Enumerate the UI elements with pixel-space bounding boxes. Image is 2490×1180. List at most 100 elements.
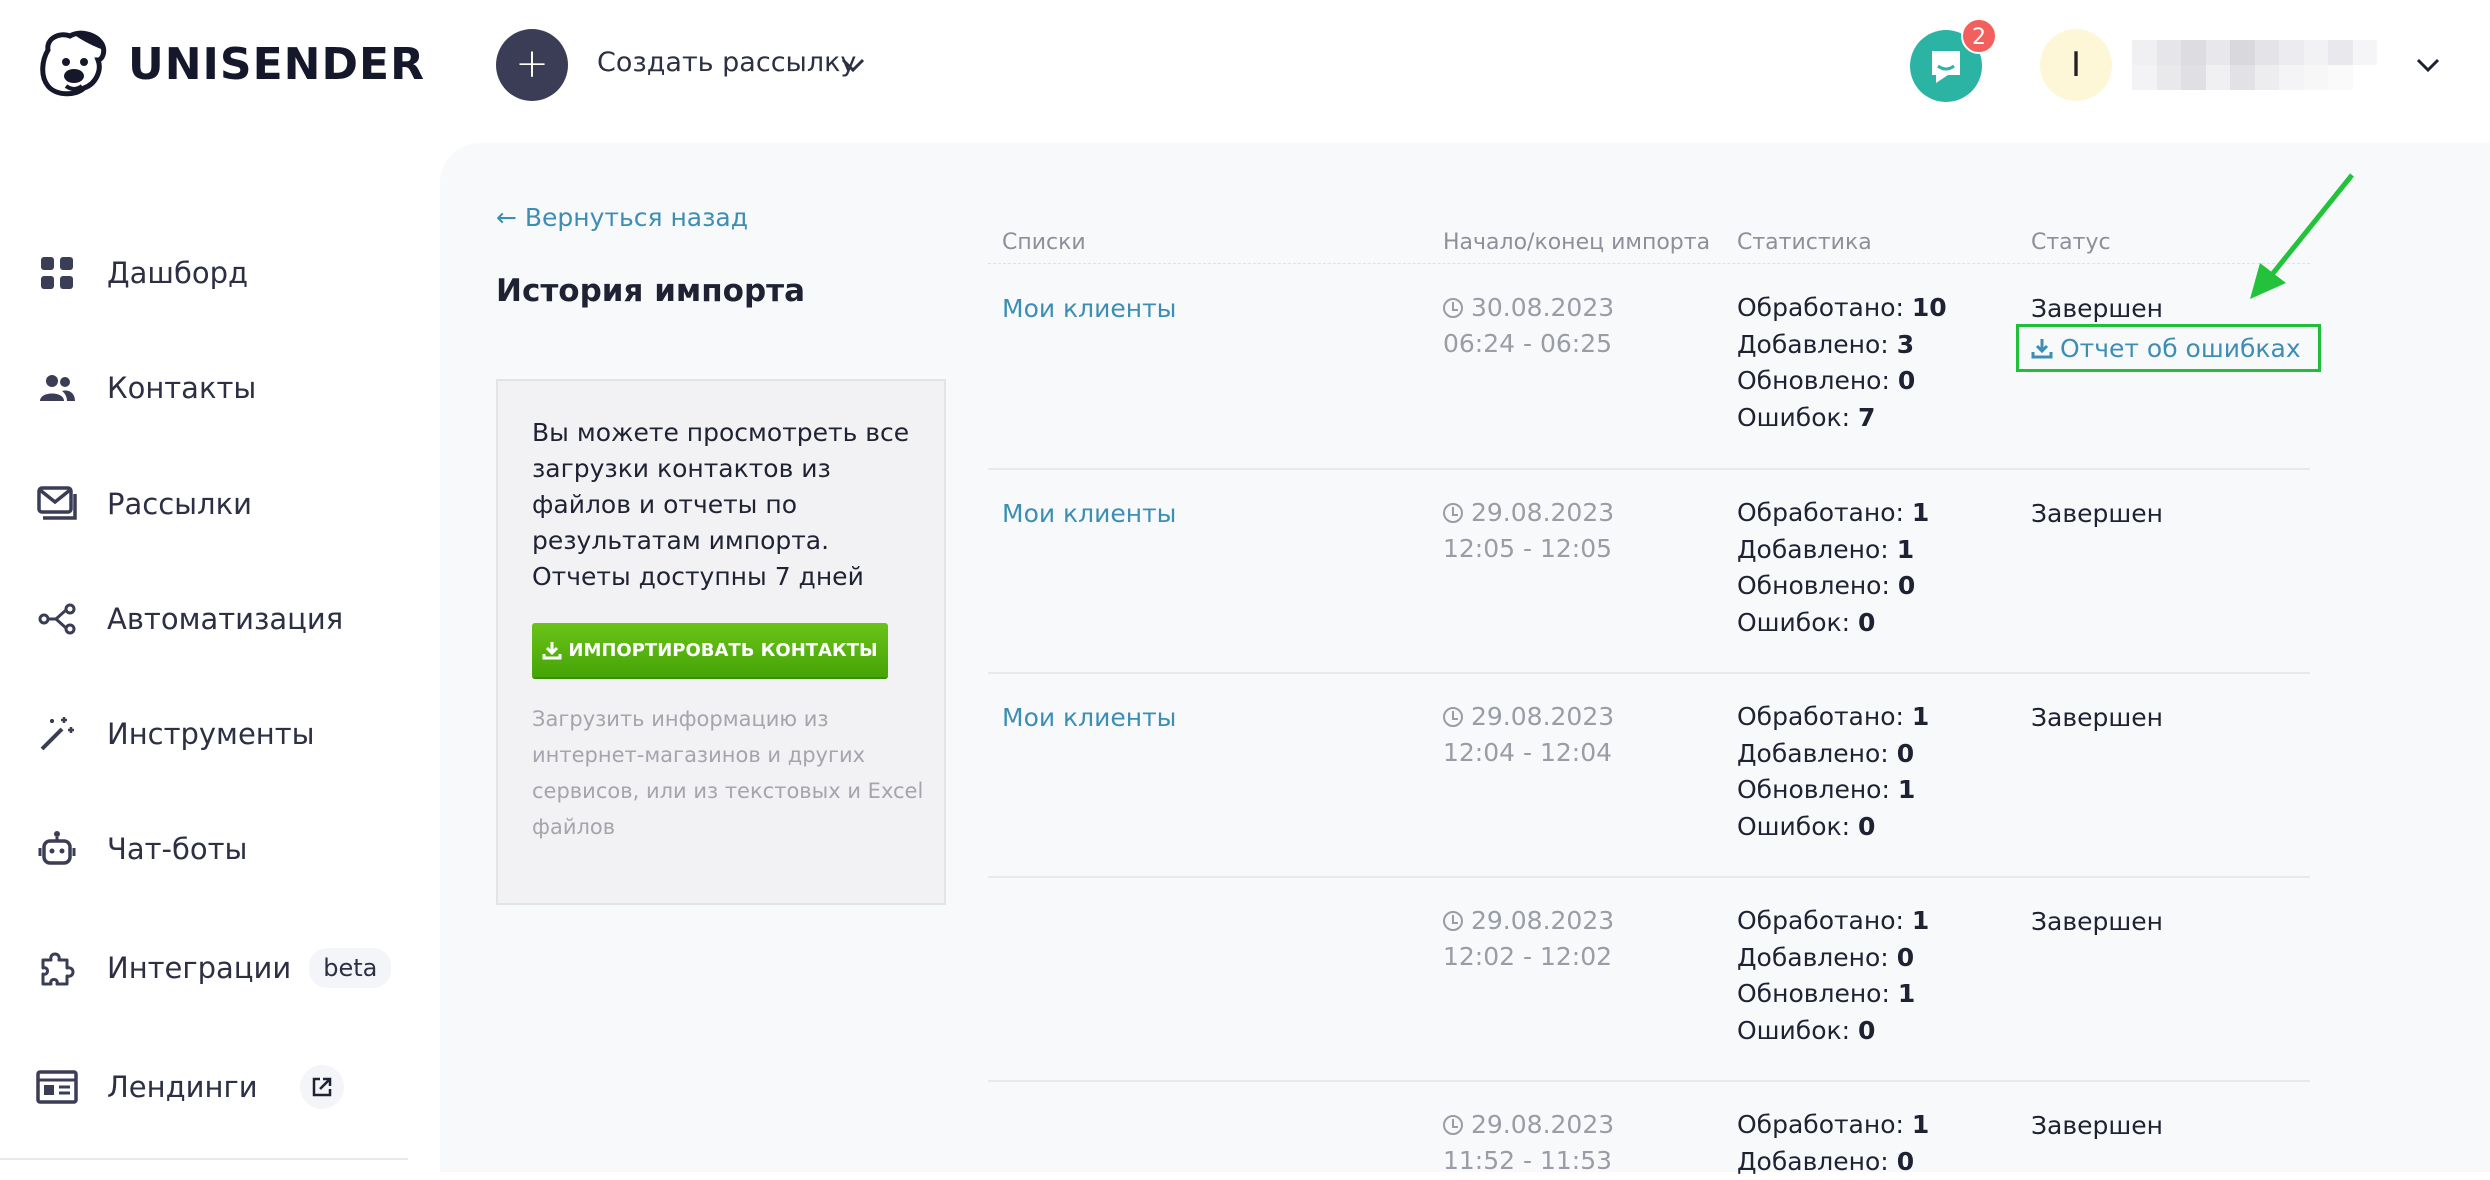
notification-badge: 2 [1961, 18, 1997, 54]
list-link[interactable]: Мои клиенты [1002, 703, 1176, 732]
sidebar-item-chatbots[interactable]: Чат-боты [36, 824, 247, 874]
import-date: 30.08.2023 [1471, 293, 1615, 322]
sidebar-item-dashboard[interactable]: Дашборд [36, 248, 248, 298]
avatar[interactable]: I [2040, 29, 2112, 101]
stat-value: 1 [1897, 775, 1916, 804]
mail-icon [36, 483, 78, 525]
download-icon [2031, 339, 2053, 359]
chevron-down-icon[interactable] [2412, 50, 2444, 80]
import-period: 29.08.2023 12:02 - 12:02 [1443, 903, 1614, 975]
stat-label: Обновлено: [1737, 366, 1890, 395]
stat-label: Добавлено: [1737, 942, 1889, 972]
status-text: Завершен [2031, 907, 2163, 936]
stat-label: Добавлено: [1737, 329, 1889, 359]
stat-label: Добавлено: [1737, 534, 1889, 564]
page-title: История импорта [496, 273, 806, 309]
sidebar-item-integrations[interactable]: Интеграции beta [36, 943, 392, 993]
stat-value: 0 [1858, 607, 1876, 637]
row-divider [988, 672, 2310, 674]
sidebar-item-label: Рассылки [107, 487, 252, 521]
top-header: UNISENDER + Создать рассылку 2 I [0, 0, 2490, 132]
clock-icon [1443, 298, 1463, 318]
import-contacts-button[interactable]: ИМПОРТИРОВАТЬ КОНТАКТЫ [532, 623, 888, 677]
stat-label: Добавлено: [1737, 738, 1889, 768]
beta-badge: beta [309, 948, 392, 988]
stat-value: 1 [1896, 534, 1915, 564]
clock-icon [1443, 911, 1463, 931]
stat-value: 10 [1911, 293, 1947, 322]
stat-value: 1 [1911, 498, 1930, 527]
column-header-period: Начало/конец импорта [1443, 230, 1711, 255]
sidebar-divider [0, 1158, 408, 1160]
status-text: Завершен [2031, 1111, 2163, 1140]
stat-label: Обработано: [1737, 906, 1904, 935]
list-link[interactable]: Мои клиенты [1002, 499, 1176, 528]
sidebar-item-label: Дашборд [107, 256, 249, 290]
stat-value: 1 [1911, 702, 1930, 731]
sidebar-item-label: Инструменты [107, 717, 315, 751]
error-report-link[interactable]: Отчет об ошибках [2016, 324, 2321, 372]
stat-value: 3 [1896, 329, 1915, 359]
sidebar-item-campaigns[interactable]: Рассылки [36, 479, 252, 529]
row-divider [988, 468, 2310, 470]
stat-value: 0 [1858, 811, 1876, 841]
stat-label: Добавлено: [1737, 1146, 1889, 1176]
clock-icon [1443, 707, 1463, 727]
import-stats: Обработано: 1 Добавлено: 0 Обновлено: 1 … [1737, 699, 1929, 845]
chevron-down-icon[interactable] [838, 50, 868, 80]
logo[interactable]: UNISENDER [36, 30, 425, 98]
status-text: Завершен [2031, 294, 2163, 323]
create-campaign-button[interactable]: + [496, 29, 568, 101]
download-icon [542, 642, 562, 660]
user-name-blurred[interactable] [2132, 40, 2377, 90]
stat-value: 1 [1911, 1110, 1930, 1139]
import-stats: Обработано: 1 Добавлено: 0 [1737, 1107, 1929, 1180]
contacts-icon [36, 367, 78, 409]
stat-value: 7 [1858, 402, 1876, 432]
create-campaign-label[interactable]: Создать рассылку [597, 47, 856, 78]
import-period: 29.08.2023 12:05 - 12:05 [1443, 495, 1614, 567]
import-button-label: ИМПОРТИРОВАТЬ КОНТАКТЫ [568, 639, 878, 661]
list-link[interactable]: Мои клиенты [1002, 294, 1176, 323]
main-content: ← Вернуться назад История импорта Вы мож… [440, 143, 2490, 1176]
stat-label: Обработано: [1737, 293, 1904, 322]
stat-label: Ошибок: [1737, 811, 1851, 841]
stat-label: Ошибок: [1737, 402, 1851, 432]
dashboard-icon [36, 252, 78, 294]
logo-text: UNISENDER [128, 38, 425, 90]
stat-label: Обработано: [1737, 702, 1904, 731]
column-header-stats: Статистика [1737, 230, 1872, 255]
stat-label: Обработано: [1737, 1110, 1904, 1139]
external-link-icon[interactable] [299, 1065, 344, 1109]
sidebar-item-label: Интеграции [107, 951, 292, 985]
import-period: 30.08.2023 06:24 - 06:25 [1443, 290, 1614, 362]
import-date: 29.08.2023 [1471, 1110, 1615, 1139]
column-header-status: Статус [2031, 230, 2111, 255]
stat-label: Ошибок: [1737, 607, 1851, 637]
back-link[interactable]: ← Вернуться назад [496, 203, 748, 232]
import-time: 12:04 - 12:04 [1443, 738, 1613, 767]
chat-icon [1932, 51, 1960, 83]
import-time: 12:02 - 12:02 [1443, 942, 1613, 971]
status-text: Завершен [2031, 703, 2163, 732]
import-stats: Обработано: 1 Добавлено: 1 Обновлено: 0 … [1737, 495, 1929, 641]
sidebar-item-label: Чат-боты [107, 832, 248, 866]
sidebar-item-label: Автоматизация [107, 602, 344, 636]
import-date: 29.08.2023 [1471, 702, 1615, 731]
stat-value: 1 [1911, 906, 1930, 935]
sidebar-item-landings[interactable]: Лендинги [36, 1062, 344, 1112]
sidebar-item-tools[interactable]: Инструменты [36, 709, 315, 759]
import-time: 06:24 - 06:25 [1443, 329, 1613, 358]
stat-label: Обновлено: [1737, 979, 1890, 1008]
stat-value: 1 [1897, 979, 1916, 1008]
sidebar-item-contacts[interactable]: Контакты [36, 363, 256, 413]
sidebar-item-automation[interactable]: Автоматизация [36, 594, 343, 644]
info-panel: Вы можете просмотреть все загрузки конта… [496, 379, 946, 905]
import-stats: Обработано: 1 Добавлено: 0 Обновлено: 1 … [1737, 903, 1929, 1049]
magic-wand-icon [36, 713, 78, 755]
row-divider [988, 1080, 2310, 1082]
stat-value: 0 [1897, 366, 1916, 395]
stat-value: 0 [1858, 1015, 1876, 1045]
info-text: Вы можете просмотреть все загрузки конта… [532, 418, 910, 591]
landing-icon [36, 1066, 78, 1108]
